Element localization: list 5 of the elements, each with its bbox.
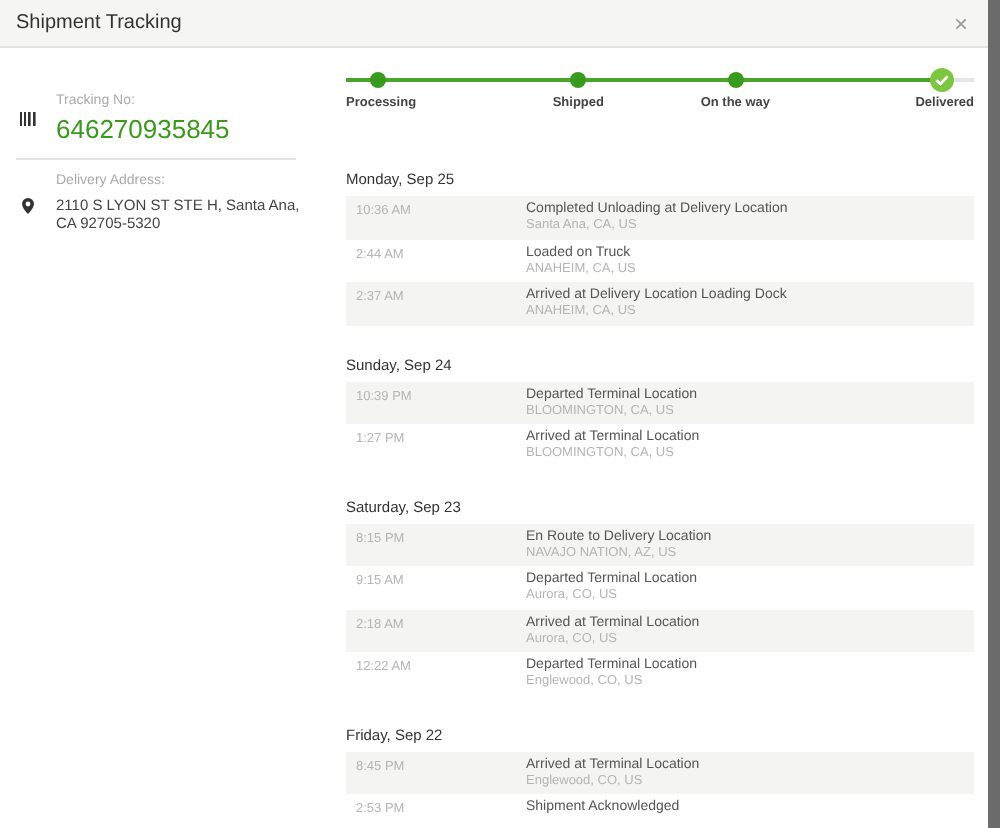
location-pin-icon xyxy=(22,197,34,213)
tracking-number: 646270935845 xyxy=(56,113,230,145)
close-button[interactable]: × xyxy=(953,11,972,35)
barcode-icon xyxy=(20,112,36,126)
window-title: Shipment Tracking xyxy=(16,10,182,38)
